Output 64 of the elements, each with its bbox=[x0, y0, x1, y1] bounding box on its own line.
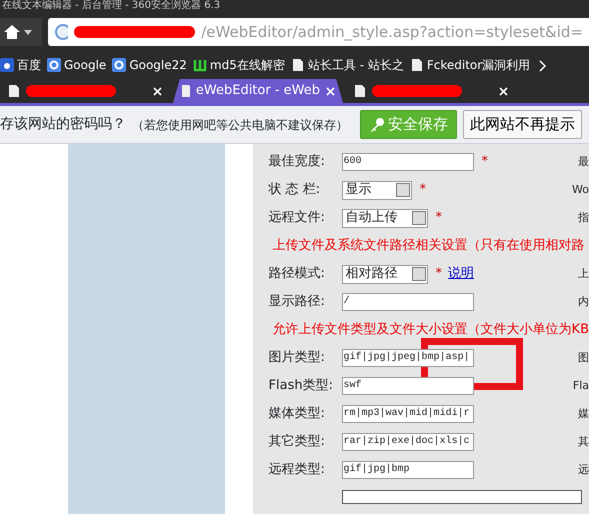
close-icon[interactable] bbox=[153, 86, 162, 96]
section-heading: 允许上传文件类型及文件大小设置（文件大小单位为KB bbox=[272, 321, 589, 339]
bookmark-link[interactable]: Google22 bbox=[112, 56, 187, 74]
url-text: /eWebEditor/admin_style.asp?action=styleset&id= bbox=[201, 22, 583, 43]
page-icon bbox=[290, 58, 305, 72]
bookmark-link[interactable]: md5在线解密 bbox=[192, 56, 285, 74]
dropdown-caret-icon bbox=[396, 183, 410, 197]
page-icon bbox=[354, 84, 366, 98]
field-label: 上 bbox=[578, 266, 589, 282]
page-icon bbox=[181, 84, 190, 98]
field-label: 媒体类型: bbox=[268, 405, 326, 424]
help-link[interactable]: 说明 bbox=[448, 264, 474, 284]
page-icon bbox=[410, 58, 424, 72]
field-label: 最 bbox=[578, 154, 589, 170]
field-label: 内 bbox=[578, 294, 589, 310]
input-field[interactable]: swf bbox=[342, 377, 474, 395]
dropdown[interactable]: 显示 bbox=[342, 180, 412, 200]
bookmark-link[interactable]: 站长工具 - 站长之 bbox=[290, 56, 404, 74]
dropdown-caret-icon bbox=[412, 211, 426, 225]
input-field[interactable]: / bbox=[342, 293, 474, 311]
caret-icon bbox=[24, 30, 32, 34]
dropdown[interactable]: 相对路径 bbox=[342, 264, 428, 284]
field-label: 远 bbox=[578, 462, 589, 478]
field-label: Wo bbox=[572, 182, 589, 198]
key-icon bbox=[369, 116, 385, 132]
field-label: 媒 bbox=[578, 406, 589, 422]
field-label: 路径模式: bbox=[268, 265, 326, 284]
field-label: 图片类型: bbox=[268, 349, 326, 368]
input-field[interactable]: gif|jpg|jpeg|bmp|asp| bbox=[342, 349, 474, 367]
browser-tab[interactable]: eWebEditor - eWeb bbox=[173, 79, 343, 103]
required-mark: * bbox=[436, 209, 442, 228]
bracket-icon bbox=[192, 58, 207, 72]
input-field[interactable]: rar|zip|exe|doc|xls|c bbox=[342, 433, 474, 451]
field-label: 图 bbox=[578, 350, 589, 366]
close-icon[interactable] bbox=[499, 86, 508, 96]
input-field[interactable]: rm|mp3|wav|mid|midi|r bbox=[342, 405, 474, 423]
field-label: 状 态 栏: bbox=[268, 181, 322, 200]
bookmark-link[interactable]: 百度 bbox=[0, 56, 41, 74]
field-label: 其 bbox=[578, 434, 589, 450]
dropdown-caret-icon bbox=[412, 267, 426, 281]
required-mark: * bbox=[420, 181, 426, 200]
field-label: Fla bbox=[572, 378, 589, 394]
home-icon bbox=[3, 24, 21, 40]
dropdown[interactable]: 自动上传 bbox=[342, 208, 428, 228]
save-password-note: （若您使用网吧等公共电脑不建议保存） bbox=[132, 116, 348, 134]
bookmark-link[interactable]: Google bbox=[47, 56, 106, 74]
field-label: 显示路径: bbox=[268, 293, 326, 312]
required-mark: * bbox=[482, 153, 488, 172]
home-button[interactable] bbox=[0, 18, 42, 46]
never-ask-button[interactable]: 此网站不再提示 bbox=[463, 110, 582, 139]
field-label: 最佳宽度: bbox=[268, 153, 326, 172]
required-mark: * bbox=[436, 265, 442, 284]
field-label: Flash类型: bbox=[268, 377, 334, 396]
input-field[interactable]: gif|jpg|bmp bbox=[342, 461, 474, 479]
save-password-question: 存该网站的密码吗？ bbox=[0, 115, 126, 134]
field-label: 其它类型: bbox=[268, 433, 326, 452]
input-field[interactable]: 600 bbox=[342, 153, 474, 171]
field-label: 指 bbox=[578, 210, 589, 226]
section-heading: 上传文件及系统文件路径相关设置（只有在使用相对路 bbox=[272, 237, 586, 255]
bookmark-link[interactable]: Fckeditor漏洞利用 bbox=[410, 56, 530, 74]
text-area[interactable] bbox=[342, 490, 582, 504]
field-label: 远程文件: bbox=[268, 209, 326, 228]
page-icon bbox=[8, 84, 20, 98]
field-label: 远程类型: bbox=[268, 461, 326, 480]
